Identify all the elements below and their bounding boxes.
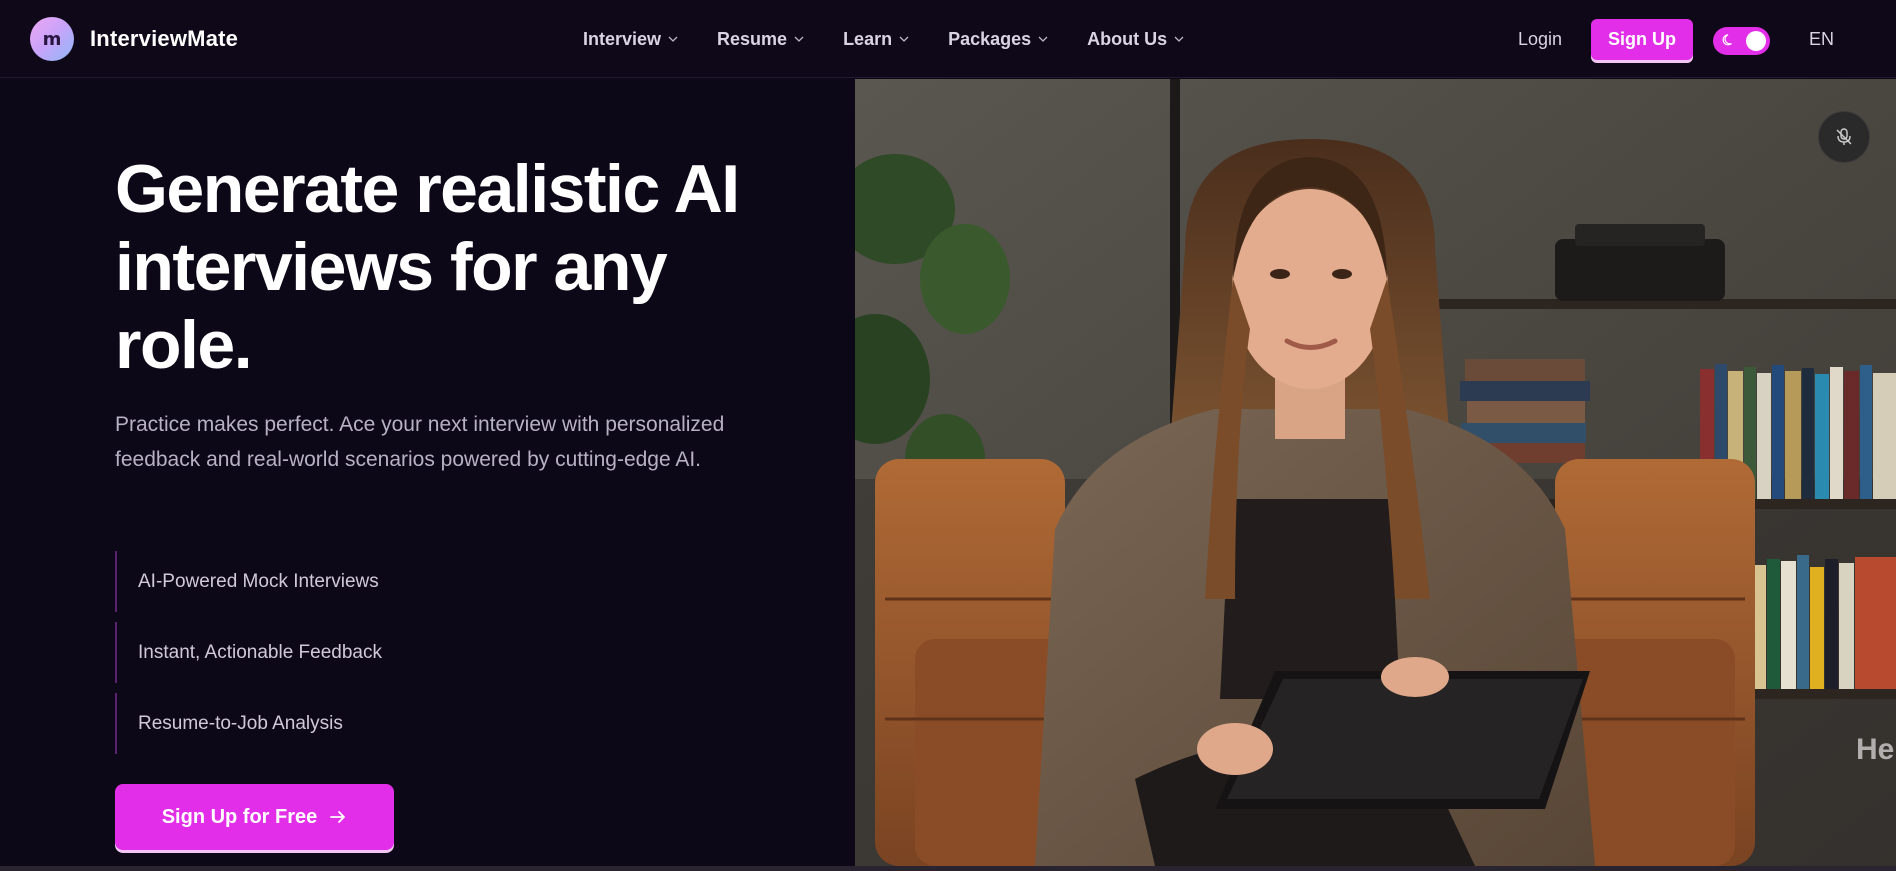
arrow-right-icon <box>330 811 346 823</box>
hero-video[interactable] <box>855 79 1896 866</box>
video-frame-illustration <box>855 79 1896 866</box>
theme-toggle[interactable] <box>1713 27 1770 55</box>
signup-free-button[interactable]: Sign Up for Free <box>115 784 394 850</box>
feature-item: AI-Powered Mock Interviews <box>115 551 515 612</box>
chevron-down-icon <box>899 36 909 42</box>
feature-item: Instant, Actionable Feedback <box>115 622 515 683</box>
menu-item-label: Learn <box>843 28 893 49</box>
logo-letter: m <box>42 28 62 50</box>
mic-off-icon <box>1836 128 1852 145</box>
brand[interactable]: m InterviewMate <box>30 17 238 61</box>
mute-button[interactable] <box>1818 111 1870 163</box>
chevron-down-icon <box>668 36 678 42</box>
menu-item-label: Resume <box>717 28 788 49</box>
video-watermark: He <box>1856 733 1894 767</box>
menu-item-label: Interview <box>583 28 662 49</box>
menu-item-about-us[interactable]: About Us <box>1087 29 1185 50</box>
main-menu: Interview Resume Learn Packages About Us <box>583 0 1223 78</box>
menu-item-resume[interactable]: Resume <box>717 29 805 50</box>
toggle-knob <box>1746 31 1766 51</box>
language-selector[interactable]: EN <box>1809 29 1834 50</box>
hero-subtitle: Practice makes perfect. Ace your next in… <box>115 413 725 471</box>
chevron-down-icon <box>1174 36 1184 42</box>
chevron-down-icon <box>1038 36 1048 42</box>
menu-item-label: About Us <box>1087 28 1168 49</box>
menu-item-packages[interactable]: Packages <box>948 29 1049 50</box>
top-navbar: m InterviewMate Interview Resume Learn P… <box>0 0 1896 78</box>
chevron-down-icon <box>794 36 804 42</box>
menu-item-learn[interactable]: Learn <box>843 29 910 50</box>
login-link[interactable]: Login <box>1518 29 1562 50</box>
brand-name: InterviewMate <box>90 26 239 51</box>
hero-title: Generate realistic AI interviews for any… <box>115 151 740 383</box>
moon-icon <box>1722 34 1732 46</box>
watermark-text: He <box>1856 733 1895 766</box>
feature-list: AI-Powered Mock Interviews Instant, Acti… <box>115 551 515 764</box>
feature-item: Resume-to-Job Analysis <box>115 693 515 754</box>
menu-item-label: Packages <box>948 28 1032 49</box>
bottom-divider <box>0 866 1896 871</box>
cta-label: Sign Up for Free <box>161 805 318 828</box>
signup-button[interactable]: Sign Up <box>1591 19 1693 60</box>
brand-logo: m <box>30 17 74 61</box>
menu-item-interview[interactable]: Interview <box>583 29 679 50</box>
